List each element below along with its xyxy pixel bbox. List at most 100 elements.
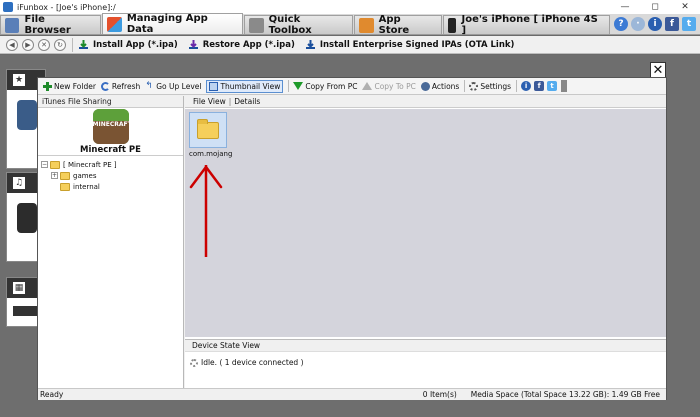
copy-to-pc-button[interactable]: Copy To PC — [362, 82, 416, 91]
pane-header: iTunes File Sharing — [38, 96, 183, 108]
toolbar-separator — [516, 80, 518, 92]
apps-grid-icon: ▦ — [13, 282, 25, 294]
facebook-icon[interactable]: f — [665, 16, 680, 31]
house-icon — [5, 17, 20, 33]
tab-label: File Browser — [24, 14, 71, 36]
install-arrow-icon — [79, 40, 88, 49]
back-icon[interactable]: ◀ — [6, 38, 18, 51]
app-icon-text: MINECRAFT — [92, 121, 129, 128]
tree-item-games[interactable]: + games — [41, 170, 183, 181]
tree-root[interactable]: − [ Minecraft PE ] — [41, 159, 183, 170]
tab-app-store[interactable]: App Store — [354, 14, 442, 36]
restore-app-button[interactable]: Restore App (*.ipa) — [188, 39, 295, 50]
view-tabs: File View | Details — [185, 96, 666, 108]
expand-icon[interactable]: + — [51, 172, 58, 179]
dialog-toolbar: New Folder Refresh ↰ Go Up Level Thumbna… — [38, 78, 666, 95]
settings-label: Settings — [480, 81, 512, 91]
device-state-view: Device State View Idle. ( 1 device conne… — [185, 339, 666, 388]
view-tab-separator: | — [228, 97, 232, 106]
tab-label: Managing App Data — [126, 13, 208, 35]
install-app-label: Install App (*.ipa) — [93, 39, 178, 50]
device-state-header: Device State View — [185, 340, 666, 352]
toolbar-separator — [464, 80, 466, 92]
close-window-button[interactable]: ✕ — [670, 0, 700, 14]
toolbar-separator — [72, 37, 73, 52]
go-up-level-button[interactable]: ↰ Go Up Level — [145, 80, 201, 91]
forward-icon[interactable]: ▶ — [22, 38, 34, 51]
refresh-label: Refresh — [111, 81, 141, 91]
window-controls: — ◻ ✕ — [610, 0, 700, 14]
ifunbox-logo-icon — [3, 2, 13, 12]
folder-icon — [60, 171, 70, 180]
toolbar-overflow-icon[interactable] — [561, 80, 568, 92]
itunes-file-sharing-pane: iTunes File Sharing MINECRAFT Minecraft … — [38, 96, 184, 388]
tab-label: App Store — [378, 14, 410, 36]
app-toolbar: ◀ ▶ ✕ ↻ Install App (*.ipa) Restore App … — [0, 36, 700, 54]
refresh-button[interactable]: Refresh — [100, 81, 141, 91]
minimize-button[interactable]: — — [610, 0, 640, 14]
up-arrow-gray-icon — [362, 82, 373, 90]
file-view-pane: File View | Details com.mojang Device St… — [185, 96, 666, 388]
window-title-bar: iFunbox - [Joe's iPhone]:/ — ◻ ✕ — [0, 0, 700, 14]
install-enterprise-button[interactable]: Install Enterprise Signed IPAs (OTA Link… — [305, 39, 515, 50]
main-tab-bar: File Browser Managing App Data Quick Too… — [0, 13, 700, 36]
twitter-icon[interactable]: t — [547, 81, 558, 91]
refresh-arrows-icon — [100, 81, 110, 91]
status-ready: Ready — [40, 390, 64, 399]
tab-file-view[interactable]: File View — [193, 97, 226, 106]
tree-root-label: [ Minecraft PE ] — [63, 160, 117, 169]
music-note-icon: ♫ — [13, 177, 25, 189]
window-title: iFunbox - [Joe's iPhone]:/ — [17, 2, 116, 12]
grass-block — [92, 109, 129, 121]
actions-label: Actions — [431, 81, 460, 91]
tree-item-label: games — [73, 171, 97, 180]
file-thumbnail-area[interactable]: com.mojang — [185, 109, 666, 337]
thumbnail-view-button[interactable]: Thumbnail View — [206, 79, 284, 93]
tab-managing-app-data[interactable]: Managing App Data — [102, 13, 244, 35]
restore-app-label: Restore App (*.ipa) — [202, 39, 295, 50]
iphone-icon — [447, 17, 457, 33]
copy-from-pc-button[interactable]: Copy From PC — [293, 82, 357, 91]
folder-tree: − [ Minecraft PE ] + games internal — [38, 156, 183, 192]
star-icon: ★ — [13, 74, 25, 86]
twitter-icon[interactable]: t — [682, 16, 697, 31]
help-icon[interactable]: ? — [614, 16, 629, 31]
tree-item-internal[interactable]: internal — [41, 181, 183, 192]
tab-device-iphone[interactable]: Joe's iPhone [ iPhone 4S ] — [442, 14, 611, 36]
enterprise-arrow-icon — [305, 40, 315, 49]
close-dialog-button[interactable]: ✕ — [650, 62, 666, 78]
share-icon[interactable]: · — [631, 16, 646, 31]
actions-icon — [420, 81, 430, 91]
device-state-status: Idle. ( 1 device connected ) — [201, 358, 304, 367]
folder-icon — [50, 160, 60, 169]
settings-button[interactable]: Settings — [469, 81, 512, 91]
install-app-button[interactable]: Install App (*.ipa) — [78, 39, 178, 50]
plus-icon — [43, 81, 52, 91]
facebook-icon[interactable]: f — [534, 81, 545, 91]
tab-label: Quick Toolbox — [268, 14, 312, 36]
tab-details[interactable]: Details — [234, 97, 260, 106]
info-icon[interactable]: i — [648, 16, 663, 31]
new-folder-button[interactable]: New Folder — [43, 81, 96, 91]
install-enterprise-label: Install Enterprise Signed IPAs (OTA Link… — [319, 39, 515, 50]
device-state-line: Idle. ( 1 device connected ) — [185, 352, 666, 367]
stop-icon[interactable]: ✕ — [38, 38, 50, 51]
maximize-button[interactable]: ◻ — [640, 0, 670, 14]
app-thumb — [17, 203, 37, 233]
selected-app: MINECRAFT Minecraft PE — [38, 108, 183, 156]
toolbar-separator — [288, 80, 290, 92]
actions-button[interactable]: Actions — [420, 81, 460, 91]
status-item-count: 0 Item(s) — [422, 390, 457, 399]
new-folder-label: New Folder — [54, 81, 96, 91]
app-grid-icon — [107, 16, 122, 32]
app-store-icon — [359, 17, 374, 33]
collapse-icon[interactable]: − — [41, 161, 48, 168]
info-icon[interactable]: i — [521, 81, 532, 91]
minecraft-app-icon: MINECRAFT — [92, 109, 129, 144]
header-social-icons: ? · i f t — [611, 13, 700, 34]
up-arrow-icon: ↰ — [145, 80, 153, 91]
tab-quick-toolbox[interactable]: Quick Toolbox — [244, 14, 354, 36]
refresh-icon[interactable]: ↻ — [54, 38, 66, 51]
file-sharing-dialog: New Folder Refresh ↰ Go Up Level Thumbna… — [37, 77, 667, 400]
tab-file-browser[interactable]: File Browser — [0, 14, 102, 36]
